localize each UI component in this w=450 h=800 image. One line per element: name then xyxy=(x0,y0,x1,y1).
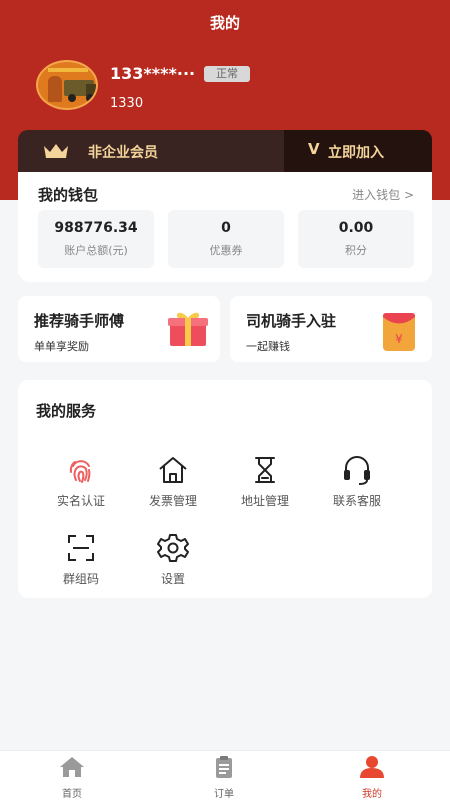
clipboard-icon xyxy=(216,756,232,778)
wallet-title: 我的钱包 xyxy=(38,186,99,204)
scan-icon xyxy=(68,535,94,561)
tab-profile[interactable]: 我的 xyxy=(332,755,412,800)
gear-icon xyxy=(157,534,189,562)
tab-label: 订单 xyxy=(214,789,234,800)
services-title: 我的服务 xyxy=(36,402,97,420)
wallet-balance-value: 988776.34 xyxy=(54,220,138,236)
vip-icon: V xyxy=(308,140,320,158)
promo-subtitle: 一起赚钱 xyxy=(246,340,290,353)
wallet-points-label: 积分 xyxy=(345,244,367,257)
join-label[interactable]: 立即加入 xyxy=(328,142,384,162)
status-badge: 正常 xyxy=(204,66,250,82)
enter-wallet-link[interactable]: 进入钱包 > xyxy=(352,186,414,203)
user-icon xyxy=(360,756,384,778)
tab-label: 我的 xyxy=(362,789,382,800)
service-label: 群组码 xyxy=(62,572,99,586)
home-icon xyxy=(159,457,187,483)
service-group-code[interactable]: 群组码 xyxy=(36,532,126,592)
membership-bar: 非企业会员 V 立即加入 xyxy=(18,130,432,172)
headset-icon xyxy=(344,456,370,485)
bottom-tab-bar: 首页 订单 我的 xyxy=(0,750,450,800)
service-real-name-auth[interactable]: 实名认证 xyxy=(36,454,126,514)
promo-title: 推荐骑手师傅 xyxy=(34,312,125,330)
service-label: 设置 xyxy=(160,572,185,586)
tab-orders[interactable]: 订单 xyxy=(184,755,264,800)
gift-icon xyxy=(168,312,208,346)
wallet-balance-label: 账户总额(元) xyxy=(64,244,128,257)
service-address-management[interactable]: 地址管理 xyxy=(220,454,310,514)
wallet-points-value: 0.00 xyxy=(338,220,374,236)
service-contact-support[interactable]: 联系客服 xyxy=(312,454,402,514)
hourglass-icon xyxy=(255,457,275,483)
service-label: 联系客服 xyxy=(332,494,381,508)
user-id: 1330 xyxy=(110,96,144,111)
wallet-coupons[interactable]: 0 优惠券 xyxy=(168,210,284,268)
promo-title: 司机骑手入驻 xyxy=(246,312,337,330)
tab-home[interactable]: 首页 xyxy=(32,755,112,800)
tab-label: 首页 xyxy=(62,789,82,800)
user-phone: 133****··· xyxy=(110,64,196,83)
wallet-coupons-label: 优惠券 xyxy=(209,244,243,257)
promo-driver-join[interactable]: 司机骑手入驻 一起赚钱 ¥ xyxy=(230,296,432,362)
red-envelope-icon: ¥ xyxy=(383,313,415,351)
promo-subtitle: 单单享奖励 xyxy=(34,340,89,353)
wallet-balance[interactable]: 988776.34 账户总额(元) xyxy=(38,210,154,268)
avatar-figure xyxy=(48,76,62,102)
avatar-wheel xyxy=(86,94,94,102)
fingerprint-icon xyxy=(69,460,91,483)
wallet-points[interactable]: 0.00 积分 xyxy=(298,210,414,268)
services-card: 我的服务 实名认证 发票管理 地址管理 联系客服 群组码 设置 xyxy=(18,380,432,598)
service-label: 地址管理 xyxy=(240,494,289,508)
svg-text:¥: ¥ xyxy=(395,332,403,346)
wallet-card: 我的钱包 进入钱包 > 988776.34 账户总额(元) 0 优惠券 0.00… xyxy=(18,172,432,282)
avatar-banner xyxy=(48,68,88,72)
avatar[interactable] xyxy=(36,60,98,110)
service-label: 实名认证 xyxy=(56,494,105,508)
home-icon xyxy=(60,757,84,777)
membership-status: 非企业会员 xyxy=(88,145,158,161)
service-label: 发票管理 xyxy=(148,494,197,508)
crown-icon xyxy=(44,144,68,158)
promo-recommend-rider[interactable]: 推荐骑手师傅 单单享奖励 xyxy=(18,296,220,362)
wallet-coupons-value: 0 xyxy=(221,220,231,236)
page-title: 我的 xyxy=(209,14,240,32)
service-invoice-management[interactable]: 发票管理 xyxy=(128,454,218,514)
service-settings[interactable]: 设置 xyxy=(128,532,218,592)
avatar-wheel xyxy=(68,94,76,102)
